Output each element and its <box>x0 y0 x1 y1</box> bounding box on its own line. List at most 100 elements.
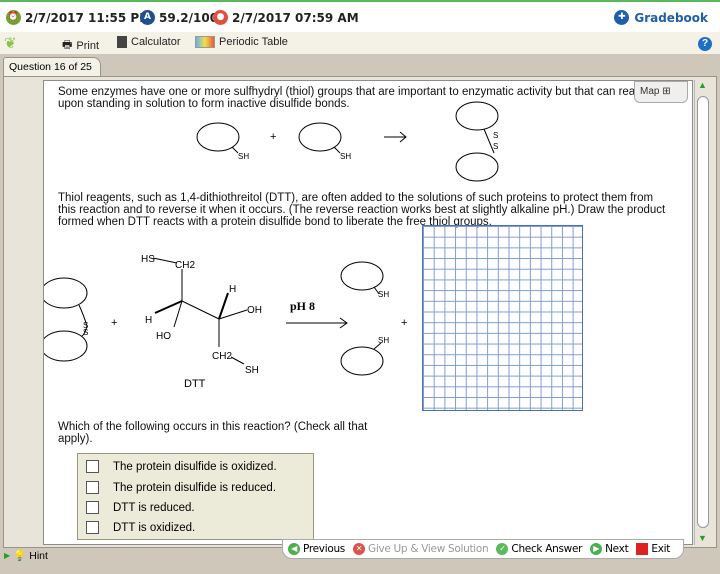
plus-sign: + <box>270 131 276 143</box>
protein-ellipse <box>298 122 342 152</box>
h-label: H <box>145 315 152 326</box>
gradebook-link[interactable]: ✚ Gradebook <box>614 10 708 25</box>
exit-door-icon <box>636 543 649 555</box>
option-3[interactable]: DTT is reduced. <box>86 501 195 514</box>
h-label: H <box>229 284 236 295</box>
map-button[interactable]: Map ⊞ <box>634 81 688 103</box>
hint-toggle[interactable]: ▶ 💡 Hint <box>4 549 48 563</box>
periodic-table-label: Periodic Table <box>219 36 288 48</box>
gradebook-label: Gradebook <box>634 10 708 25</box>
grade-icon: A <box>140 10 155 25</box>
sulfur-label: S <box>493 142 498 151</box>
sitemap-icon: ⊞ <box>662 86 671 97</box>
arrow-left-icon: ◀ <box>288 543 300 555</box>
exit-label: Exit <box>651 543 671 555</box>
map-label: Map <box>640 86 660 97</box>
structure-bond <box>152 257 178 264</box>
checkbox[interactable] <box>86 460 99 473</box>
tab-question[interactable]: Question 16 of 25 <box>3 57 101 77</box>
next-button[interactable]: ▶ Next <box>590 543 629 555</box>
option-1[interactable]: The protein disulfide is oxidized. <box>86 460 277 473</box>
scroll-up-icon[interactable]: ▲ <box>695 80 710 90</box>
structure-bond <box>340 346 384 376</box>
checkbox[interactable] <box>86 501 99 514</box>
plus-sign: + <box>111 317 117 329</box>
structure-bond <box>340 261 384 291</box>
ph-condition-label: pH 8 <box>290 299 315 313</box>
option-label: DTT is oxidized. <box>113 521 196 534</box>
protein-ellipse <box>455 152 499 182</box>
checkbox[interactable] <box>86 521 99 534</box>
structure-bond: SH SH S S + <box>238 131 498 161</box>
oh-label: OH <box>247 305 262 316</box>
sh-label: SH <box>245 365 259 376</box>
check-icon: ✓ <box>496 543 509 555</box>
dtt-label: DTT <box>184 378 206 390</box>
structure-bond <box>44 277 88 309</box>
help-icon[interactable]: ? <box>698 37 712 51</box>
thiol-label: SH <box>378 290 389 299</box>
ho-label: HO <box>156 331 171 342</box>
cancel-icon: ✕ <box>352 543 365 555</box>
check-answer-label: Check Answer <box>511 543 583 555</box>
protein-ellipse <box>196 122 240 152</box>
gradebook-icon: ✚ <box>614 10 630 25</box>
start-date: ● 2/7/2017 07:59 AM <box>213 10 359 25</box>
sulfur-label: S <box>493 131 498 140</box>
option-label: The protein disulfide is oxidized. <box>113 460 277 473</box>
answer-options: The protein disulfide is oxidized. The p… <box>77 453 314 540</box>
arrow-right-icon: ▶ <box>590 543 603 555</box>
exit-button[interactable]: Exit <box>636 543 670 555</box>
printer-icon: 🖶 <box>62 39 73 51</box>
option-label: The protein disulfide is reduced. <box>113 481 277 494</box>
structure-bond <box>154 300 183 314</box>
drawing-grid[interactable] <box>422 225 583 411</box>
next-label: Next <box>605 543 629 555</box>
print-label: Print <box>76 39 100 52</box>
question-prompt: Which of the following occurs in this re… <box>58 421 368 445</box>
structure-bond <box>230 356 245 365</box>
sulfur-label: S <box>83 328 88 337</box>
calculator-button[interactable]: Calculator <box>117 36 181 48</box>
option-label: DTT is reduced. <box>113 501 195 514</box>
footprint-icon: ● <box>213 10 228 25</box>
check-answer-button[interactable]: ✓ Check Answer <box>496 543 582 555</box>
score-text: 59.2/100 <box>159 10 219 25</box>
logo-leaf-icon: ❦ <box>4 35 17 52</box>
structure-bond: S S + HS CH2 H H OH HO CH2 SH DTT pH 8 S… <box>83 254 407 390</box>
option-4[interactable]: DTT is oxidized. <box>86 521 195 534</box>
thiol-paragraph: Thiol reagents, such as 1,4-dithiothreit… <box>58 192 666 228</box>
checkbox[interactable] <box>86 481 99 494</box>
status-bar: ⏰ 2/7/2017 11:55 PM A 59.2/100 ● 2/7/2017 0… <box>0 0 720 32</box>
give-up-button[interactable]: ✕ Give Up & View Solution <box>352 543 489 555</box>
previous-button[interactable]: ◀ Previous <box>288 543 345 555</box>
scroll-down-icon[interactable]: ▼ <box>698 533 707 543</box>
toolbar: ❦ 🖶 Print Calculator Periodic Table ? <box>0 32 720 54</box>
give-up-label: Give Up & View Solution <box>367 543 489 555</box>
question-navigation: ◀ Previous ✕ Give Up & View Solution ✓ Chec… <box>282 539 684 559</box>
option-2[interactable]: The protein disulfide is reduced. <box>86 481 276 494</box>
ch2-label: CH2 <box>175 260 195 271</box>
scrollbar-thumb[interactable] <box>697 96 709 528</box>
thiol-label: SH <box>340 152 351 161</box>
expand-arrow-icon: ▶ <box>4 551 11 560</box>
periodic-table-button[interactable]: Periodic Table <box>195 36 288 48</box>
lightbulb-icon: 💡 <box>13 550 27 562</box>
protein-ellipse <box>455 101 499 131</box>
start-date-text: 2/7/2017 07:59 AM <box>232 10 359 25</box>
calculator-label: Calculator <box>131 36 181 48</box>
vertical-scrollbar[interactable]: ▲ ▼ <box>694 80 710 545</box>
ch2-label: CH2 <box>212 351 232 362</box>
structure-bond <box>218 292 229 320</box>
thiol-label: SH <box>238 152 249 161</box>
alarm-clock-icon: ⏰ <box>6 10 21 25</box>
print-button[interactable]: 🖶 Print <box>62 36 99 55</box>
previous-label: Previous <box>303 543 345 555</box>
plus-sign: + <box>401 317 407 329</box>
scheme-disulfide-formation <box>196 101 499 182</box>
structure-bond <box>181 300 220 320</box>
periodic-table-icon <box>195 36 215 48</box>
hs-label: HS <box>141 254 155 265</box>
due-date-text: 2/7/2017 11:55 PM <box>25 10 152 25</box>
calculator-icon <box>117 36 127 48</box>
